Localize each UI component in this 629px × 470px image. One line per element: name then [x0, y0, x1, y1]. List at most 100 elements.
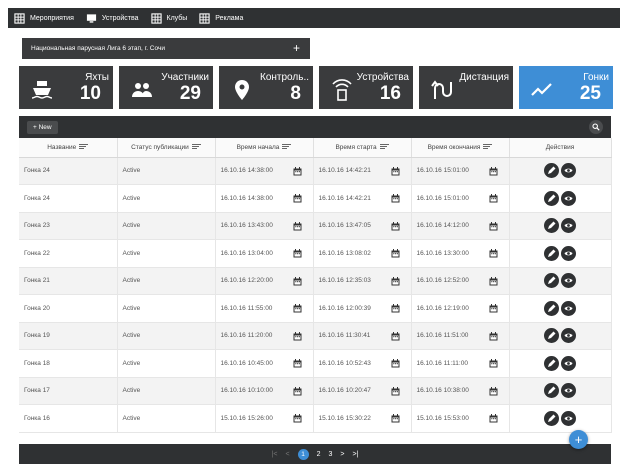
next-page-button[interactable]: >	[340, 451, 344, 458]
calendar-icon[interactable]	[489, 359, 498, 368]
end-time-cell[interactable]: 16.10.16 12:19:00	[411, 294, 510, 323]
edit-button[interactable]	[544, 328, 559, 344]
race-start-cell[interactable]: 16.10.16 12:35:03	[313, 267, 412, 295]
nav-item-events[interactable]: Мероприятия	[14, 12, 74, 24]
edit-button[interactable]	[544, 245, 559, 261]
calendar-icon[interactable]	[293, 359, 302, 368]
start-time-cell[interactable]: 16.10.16 14:38:00	[215, 184, 314, 213]
stat-tile-races[interactable]: Гонки 25	[519, 66, 613, 109]
new-race-button[interactable]: + New	[27, 120, 58, 134]
calendar-icon[interactable]	[293, 414, 302, 423]
prev-page-button[interactable]: <	[286, 451, 290, 458]
edit-button[interactable]	[544, 218, 559, 234]
stat-tile-distance[interactable]: Дистанция	[419, 66, 513, 109]
view-button[interactable]	[561, 273, 576, 289]
end-time-cell[interactable]: 16.10.16 10:38:00	[411, 377, 510, 405]
start-time-cell[interactable]: 16.10.16 10:10:00	[215, 377, 314, 405]
start-time-cell[interactable]: 16.10.16 10:45:00	[215, 349, 314, 378]
sort-icon[interactable]	[282, 144, 292, 150]
view-button[interactable]	[561, 410, 576, 426]
floating-add-button[interactable]: +	[569, 430, 588, 449]
column-header[interactable]: Название	[19, 138, 118, 158]
end-time-cell[interactable]: 16.10.16 15:01:00	[411, 184, 510, 213]
calendar-icon[interactable]	[391, 414, 400, 423]
column-header[interactable]: Статус публикации	[117, 138, 216, 158]
calendar-icon[interactable]	[293, 331, 302, 341]
sort-icon[interactable]	[191, 144, 201, 150]
calendar-icon[interactable]	[391, 194, 400, 203]
table-row[interactable]: Гонка 23 Active 16.10.16 13:43:00 16.10.16 …	[19, 212, 612, 240]
sort-icon[interactable]	[79, 144, 89, 150]
calendar-icon[interactable]	[391, 304, 400, 313]
view-button[interactable]	[561, 383, 576, 399]
edit-button[interactable]	[544, 163, 559, 179]
calendar-icon[interactable]	[293, 304, 302, 313]
page-button-current[interactable]: 1	[297, 448, 309, 460]
race-start-cell[interactable]: 16.10.16 10:20:47	[313, 377, 412, 405]
sort-icon[interactable]	[379, 144, 389, 150]
column-header[interactable]: Время начала	[215, 138, 314, 158]
table-row[interactable]: Гонка 20 Active 16.10.16 11:55:00 16.10.16 …	[19, 294, 612, 323]
calendar-icon[interactable]	[489, 276, 498, 286]
calendar-icon[interactable]	[489, 249, 498, 258]
race-start-cell[interactable]: 16.10.16 14:42:21	[313, 184, 412, 213]
calendar-icon[interactable]	[391, 359, 400, 368]
calendar-icon[interactable]	[489, 414, 498, 423]
calendar-icon[interactable]	[293, 386, 302, 396]
end-time-cell[interactable]: 16.10.16 12:52:00	[411, 267, 510, 295]
edit-button[interactable]	[544, 410, 559, 426]
column-header[interactable]: Действия	[509, 138, 612, 158]
calendar-icon[interactable]	[391, 221, 400, 231]
view-button[interactable]	[561, 218, 576, 234]
start-time-cell[interactable]: 16.10.16 12:20:00	[215, 267, 314, 295]
race-start-cell[interactable]: 16.10.16 13:47:05	[313, 212, 412, 240]
end-time-cell[interactable]: 15.10.16 15:53:00	[411, 404, 510, 433]
start-time-cell[interactable]: 16.10.16 13:43:00	[215, 212, 314, 240]
table-row[interactable]: Гонка 16 Active 15.10.16 15:26:00 15.10.16 …	[19, 404, 612, 433]
stat-tile-participants[interactable]: Участники 29	[119, 66, 213, 109]
start-time-cell[interactable]: 16.10.16 11:20:00	[215, 322, 314, 350]
view-button[interactable]	[561, 300, 576, 316]
nav-item-ads[interactable]: Реклама	[199, 12, 243, 24]
sort-icon[interactable]	[483, 144, 493, 150]
start-time-cell[interactable]: 15.10.16 15:26:00	[215, 404, 314, 433]
end-time-cell[interactable]: 16.10.16 11:51:00	[411, 322, 510, 350]
calendar-icon[interactable]	[489, 166, 498, 176]
table-row[interactable]: Гонка 18 Active 16.10.16 10:45:00 16.10.16 …	[19, 349, 612, 378]
table-row[interactable]: Гонка 24 Active 16.10.16 14:38:00 16.10.16 …	[19, 184, 612, 213]
stat-tile-checkpoints[interactable]: Контроль.. 8	[219, 66, 313, 109]
calendar-icon[interactable]	[391, 249, 400, 258]
table-row[interactable]: Гонка 22 Active 16.10.16 13:04:00 16.10.16 …	[19, 239, 612, 268]
edit-button[interactable]	[544, 273, 559, 289]
end-time-cell[interactable]: 16.10.16 13:30:00	[411, 239, 510, 268]
stat-tile-yachts[interactable]: Яхты 10	[19, 66, 113, 109]
end-time-cell[interactable]: 16.10.16 14:12:00	[411, 212, 510, 240]
start-time-cell[interactable]: 16.10.16 14:38:00	[215, 157, 314, 185]
view-button[interactable]	[561, 355, 576, 371]
table-row[interactable]: Гонка 19 Active 16.10.16 11:20:00 16.10.16 …	[19, 322, 612, 350]
edit-button[interactable]	[544, 190, 559, 206]
end-time-cell[interactable]: 16.10.16 15:01:00	[411, 157, 510, 185]
edit-button[interactable]	[544, 383, 559, 399]
calendar-icon[interactable]	[293, 166, 302, 176]
table-row[interactable]: Гонка 17 Active 16.10.16 10:10:00 16.10.16 …	[19, 377, 612, 405]
calendar-icon[interactable]	[293, 194, 302, 203]
stat-tile-devices[interactable]: Устройства 16	[319, 66, 413, 109]
view-button[interactable]	[561, 245, 576, 261]
calendar-icon[interactable]	[293, 221, 302, 231]
calendar-icon[interactable]	[391, 331, 400, 341]
calendar-icon[interactable]	[391, 166, 400, 176]
nav-item-clubs[interactable]: Клубы	[150, 12, 187, 24]
calendar-icon[interactable]	[489, 331, 498, 341]
calendar-icon[interactable]	[489, 221, 498, 231]
first-page-button[interactable]: |<	[272, 451, 278, 458]
add-event-button[interactable]: +	[293, 41, 300, 55]
edit-button[interactable]	[544, 355, 559, 371]
table-row[interactable]: Гонка 24 Active 16.10.16 14:38:00 16.10.16 …	[19, 157, 612, 185]
race-start-cell[interactable]: 16.10.16 14:42:21	[313, 157, 412, 185]
calendar-icon[interactable]	[489, 304, 498, 313]
event-selector[interactable]: Национальная парусная Лига 6 этап, г. Со…	[22, 38, 310, 59]
view-button[interactable]	[561, 163, 576, 179]
column-header[interactable]: Время старта	[313, 138, 412, 158]
calendar-icon[interactable]	[391, 276, 400, 286]
